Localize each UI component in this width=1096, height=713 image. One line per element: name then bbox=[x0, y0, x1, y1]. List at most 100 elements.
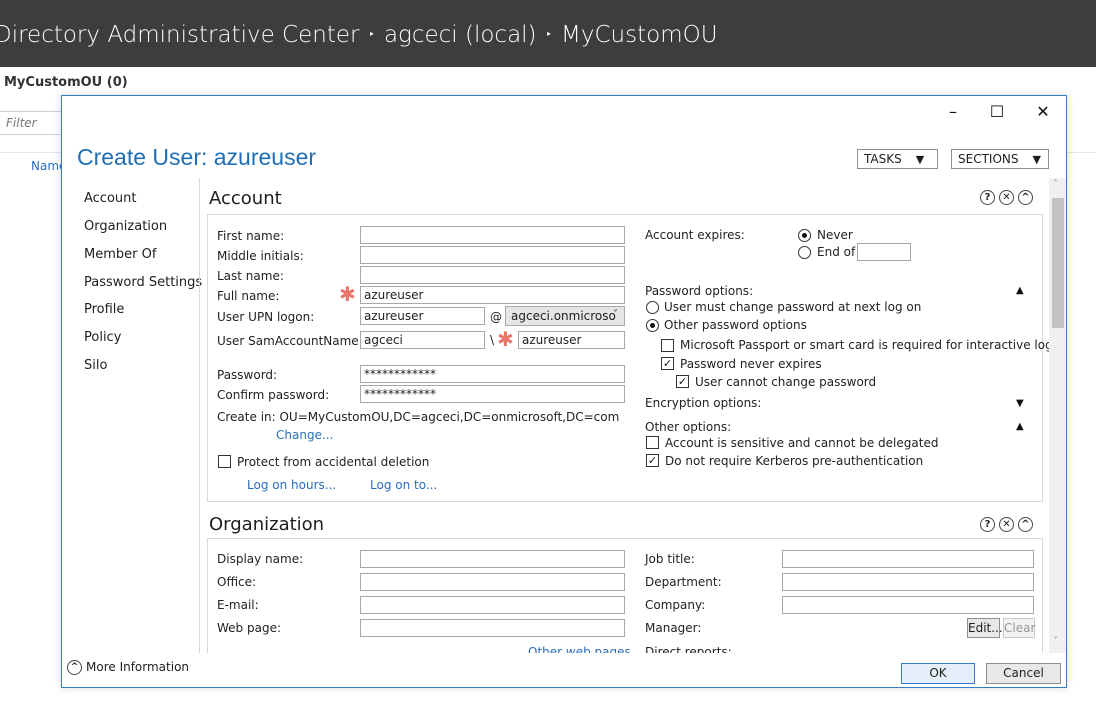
must-change-label: User must change password at next log on bbox=[664, 300, 922, 314]
password-label: Password: bbox=[217, 368, 278, 382]
cannot-change-checkbox[interactable]: ✓ bbox=[676, 375, 689, 388]
chevron-down-icon: ▼ bbox=[1032, 153, 1041, 166]
department-label: Department: bbox=[645, 575, 722, 589]
manager-edit-button[interactable]: Edit... bbox=[967, 618, 1003, 638]
cancel-button[interactable]: Cancel bbox=[986, 663, 1061, 684]
remove-section-icon[interactable]: ✕ bbox=[999, 190, 1014, 205]
breadcrumb-domain[interactable]: agceci (local) bbox=[384, 22, 537, 48]
middle-initials-label: Middle initials: bbox=[217, 249, 304, 263]
sections-dropdown[interactable]: SECTIONS ▼ bbox=[951, 149, 1049, 169]
maximize-button[interactable]: ☐ bbox=[974, 98, 1020, 126]
expand-arrow-icon[interactable]: ▼ bbox=[1016, 398, 1024, 409]
first-name-input[interactable] bbox=[360, 226, 625, 244]
create-in-path: Create in: OU=MyCustomOU,DC=agceci,DC=on… bbox=[217, 410, 620, 424]
scrollbar-thumb[interactable] bbox=[1052, 198, 1064, 328]
protect-deletion-checkbox[interactable] bbox=[218, 455, 231, 468]
logon-to-link[interactable]: Log on to... bbox=[370, 478, 437, 492]
collapse-arrow-icon[interactable]: ▲ bbox=[1016, 285, 1024, 296]
nav-divider bbox=[199, 178, 200, 653]
never-expires-checkbox[interactable]: ✓ bbox=[661, 357, 674, 370]
company-input[interactable] bbox=[782, 596, 1034, 614]
chevron-down-icon: ˅ bbox=[613, 309, 618, 320]
password-input[interactable]: ************ bbox=[360, 365, 625, 383]
nav-item-silo[interactable]: Silo bbox=[84, 358, 107, 373]
expires-endof-radio[interactable] bbox=[798, 246, 811, 259]
sensitive-checkbox[interactable] bbox=[646, 436, 659, 449]
passport-label: Microsoft Passport or smart card is requ… bbox=[680, 338, 1049, 352]
close-button[interactable]: ✕ bbox=[1020, 98, 1066, 126]
collapse-icon[interactable]: ^ bbox=[1018, 190, 1033, 205]
last-name-input[interactable] bbox=[360, 266, 625, 284]
remove-section-icon[interactable]: ✕ bbox=[999, 517, 1014, 532]
sections-viewport: Account ? ✕ ^ First name: Middle initial… bbox=[201, 178, 1049, 653]
display-name-input[interactable] bbox=[360, 550, 625, 568]
other-web-pages-link[interactable]: Other web pages... bbox=[528, 645, 642, 653]
other-password-options-radio[interactable] bbox=[646, 319, 659, 332]
tasks-dropdown[interactable]: TASKS ▼ bbox=[857, 149, 938, 169]
ok-button[interactable]: OK bbox=[901, 663, 975, 684]
upn-at-sign: @ bbox=[490, 310, 502, 324]
sam-separator: \ bbox=[490, 333, 495, 347]
change-link[interactable]: Change... bbox=[276, 428, 333, 442]
company-label: Company: bbox=[645, 598, 706, 612]
scroll-down-icon[interactable]: ˅ bbox=[1053, 636, 1058, 647]
minimize-button[interactable]: – bbox=[930, 98, 976, 126]
department-input[interactable] bbox=[782, 573, 1034, 591]
account-section: First name: Middle initials: Last name: … bbox=[207, 214, 1049, 502]
upn-user-input[interactable]: azureuser bbox=[360, 307, 485, 325]
nav-item-password-settings[interactable]: Password Settings bbox=[84, 275, 202, 290]
passport-checkbox[interactable] bbox=[661, 339, 674, 352]
expires-never-label: Never bbox=[817, 228, 853, 242]
nav-item-organization[interactable]: Organization bbox=[84, 219, 167, 234]
required-icon: ✱ bbox=[339, 282, 356, 306]
sections-label: SECTIONS bbox=[958, 152, 1019, 166]
nav-item-member-of[interactable]: Member Of bbox=[84, 247, 156, 262]
middle-initials-input[interactable] bbox=[360, 246, 625, 264]
nav-item-policy[interactable]: Policy bbox=[84, 330, 121, 345]
nav-item-profile[interactable]: Profile bbox=[84, 302, 124, 317]
email-label: E-mail: bbox=[217, 598, 259, 612]
manager-clear-button[interactable]: Clear bbox=[1003, 618, 1035, 638]
app-breadcrumb: Directory Administrative Center ‣ agceci (… bbox=[0, 22, 718, 48]
more-information-link[interactable]: More Information bbox=[86, 660, 189, 674]
job-title-label: Job title: bbox=[645, 552, 695, 566]
no-kerberos-checkbox[interactable]: ✓ bbox=[646, 454, 659, 467]
must-change-radio[interactable] bbox=[646, 301, 659, 314]
upn-domain-select[interactable]: agceci.onmicroso bbox=[505, 306, 625, 326]
full-name-input[interactable]: azureuser bbox=[360, 286, 625, 304]
nav-item-account[interactable]: Account bbox=[84, 191, 137, 206]
help-icon[interactable]: ? bbox=[980, 517, 995, 532]
upn-domain-value: agceci.onmicroso bbox=[511, 309, 616, 323]
direct-reports-label: Direct reports: bbox=[645, 645, 732, 653]
protect-deletion-label: Protect from accidental deletion bbox=[237, 455, 430, 469]
job-title-input[interactable] bbox=[782, 550, 1034, 568]
web-page-input[interactable] bbox=[360, 619, 625, 637]
collapse-arrow-icon[interactable]: ▲ bbox=[1016, 421, 1024, 432]
sam-domain-input[interactable]: agceci bbox=[360, 331, 485, 349]
create-user-dialog: – ☐ ✕ Create User: azureuser TASKS ▼ SECT… bbox=[61, 95, 1067, 688]
sam-account-label: User SamAccountName l... bbox=[217, 334, 378, 348]
account-expires-label: Account expires: bbox=[645, 228, 745, 242]
office-input[interactable] bbox=[360, 573, 625, 591]
never-expires-label: Password never expires bbox=[680, 357, 822, 371]
filter-input[interactable]: Filter bbox=[0, 111, 64, 135]
expires-date-input[interactable] bbox=[857, 243, 911, 261]
sensitive-label: Account is sensitive and cannot be deleg… bbox=[665, 436, 939, 450]
expires-endof-label: End of bbox=[817, 245, 856, 259]
expires-never-radio[interactable] bbox=[798, 229, 811, 242]
required-icon: ✱ bbox=[497, 327, 514, 351]
cannot-change-label: User cannot change password bbox=[695, 375, 877, 389]
confirm-password-input[interactable]: ************ bbox=[360, 385, 625, 403]
divider bbox=[1066, 152, 1096, 153]
dialog-title: Create User: azureuser bbox=[77, 144, 317, 170]
breadcrumb-ou[interactable]: MyCustomOU bbox=[561, 22, 718, 48]
breadcrumb-separator: ‣ bbox=[545, 28, 553, 41]
collapse-icon[interactable]: ^ bbox=[1018, 517, 1033, 532]
logon-hours-link[interactable]: Log on hours... bbox=[247, 478, 336, 492]
help-icon[interactable]: ? bbox=[980, 190, 995, 205]
email-input[interactable] bbox=[360, 596, 625, 614]
breadcrumb-app[interactable]: Directory Administrative Center bbox=[0, 22, 359, 48]
scroll-up-icon[interactable]: ˄ bbox=[1053, 179, 1058, 190]
expand-more-info-icon[interactable]: ^ bbox=[67, 660, 82, 675]
sam-user-input[interactable]: azureuser bbox=[518, 331, 625, 349]
